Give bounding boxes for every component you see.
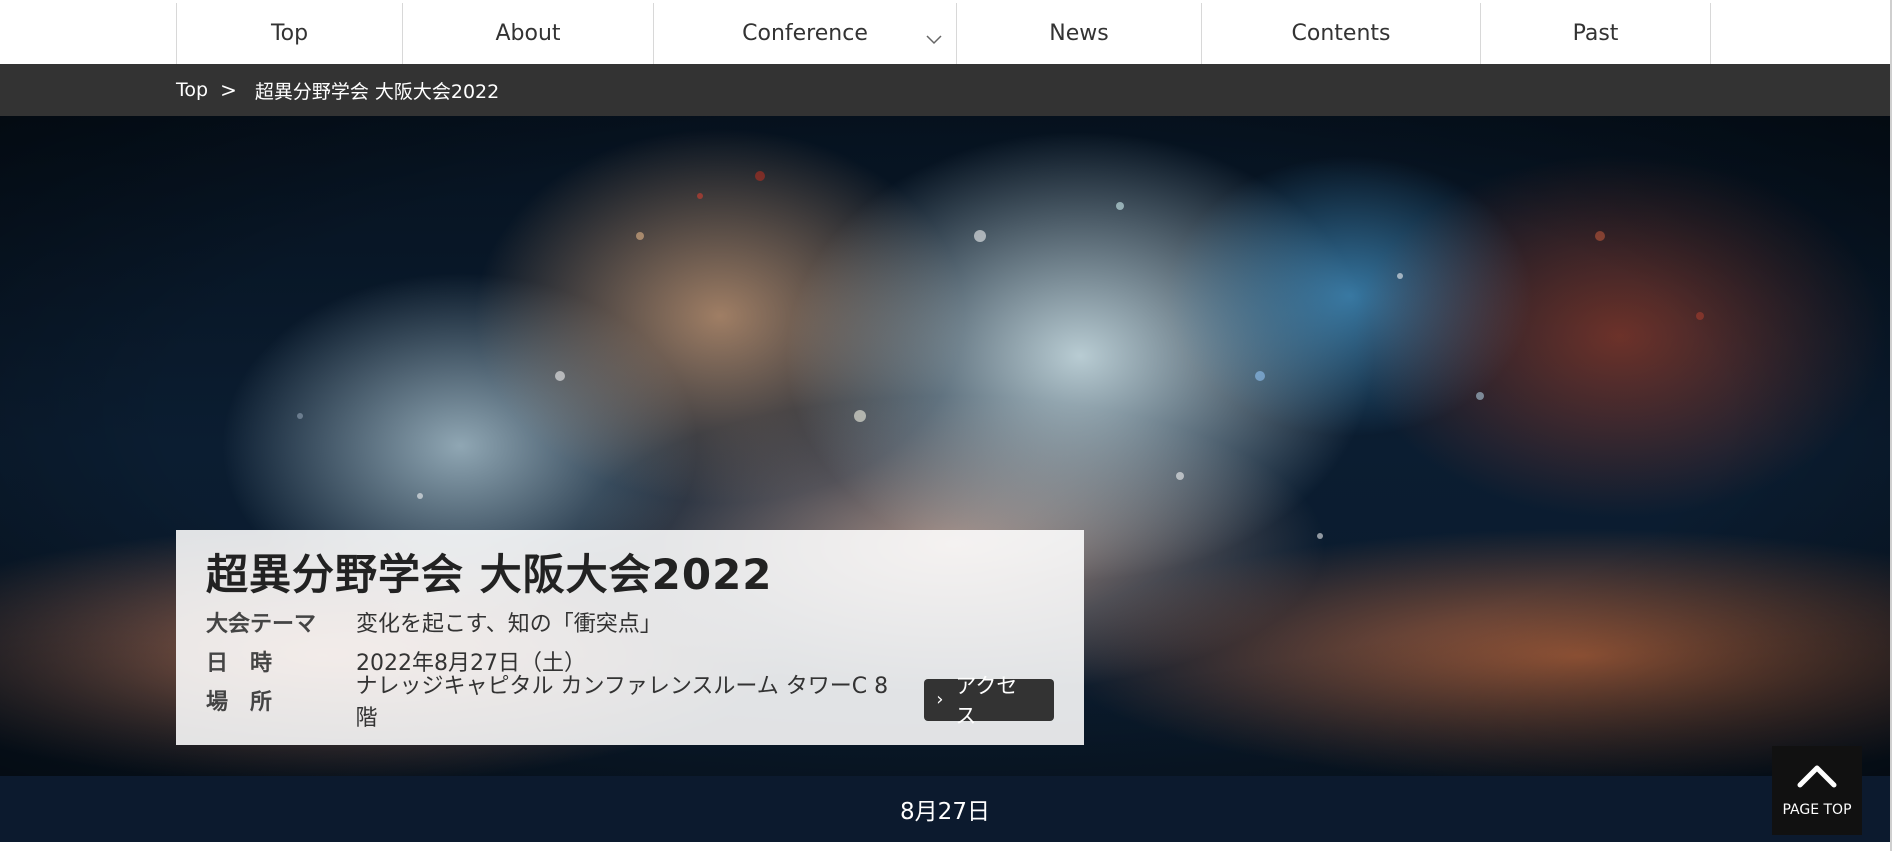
nav-item-past[interactable]: Past (1480, 3, 1711, 64)
nav-item-label: Past (1572, 21, 1619, 46)
breadcrumb-home-link[interactable]: Top (176, 79, 208, 101)
breadcrumb-separator: > (220, 78, 237, 102)
nav-item-conference[interactable]: Conference (653, 3, 956, 64)
date-tab-bar: 8月27日 (0, 776, 1890, 842)
global-nav: Top About Conference News Contents Past (0, 0, 1895, 64)
theme-label: 大会テーマ (206, 611, 317, 637)
page-top-button[interactable]: PAGE TOP (1772, 746, 1862, 835)
nav-item-contents[interactable]: Contents (1201, 3, 1480, 64)
breadcrumb: Top > 超異分野学会 大阪大会2022 (0, 64, 1890, 116)
event-info-panel: 超異分野学会 大阪大会2022 大会テーマ 変化を起こす、知の「衝突点」 日 時… (176, 530, 1084, 745)
nav-item-news[interactable]: News (956, 3, 1201, 64)
nav-item-about[interactable]: About (402, 3, 653, 64)
chevron-down-icon (926, 35, 942, 45)
hero-banner: 超異分野学会 大阪大会2022 大会テーマ 変化を起こす、知の「衝突点」 日 時… (0, 116, 1890, 776)
nav-item-label: Contents (1291, 21, 1391, 46)
scrollbar-edge (1890, 0, 1892, 851)
nav-item-label: About (495, 21, 561, 46)
breadcrumb-current: 超異分野学会 大阪大会2022 (254, 80, 500, 103)
chevron-up-icon (1797, 765, 1837, 788)
venue-value: ナレッジキャピタル カンファレンスルーム タワーC 8階 (355, 673, 889, 731)
access-button[interactable]: › アクセス (924, 674, 1054, 728)
nav-item-label: News (1049, 21, 1109, 46)
event-title: 超異分野学会 大阪大会2022 (206, 550, 773, 599)
venue-row: 場 所 ナレッジキャピタル カンファレンスルーム タワーC 8階 › アクセス (206, 674, 1054, 731)
theme-row: 大会テーマ 変化を起こす、知の「衝突点」 (206, 602, 1054, 641)
nav-item-label: Conference (742, 21, 868, 46)
chevron-right-icon: › (936, 689, 944, 710)
theme-value: 変化を起こす、知の「衝突点」 (356, 611, 662, 637)
date-tab[interactable]: 8月27日 (900, 792, 990, 826)
date-label: 日 時 (206, 650, 273, 676)
nav-menu: Top About Conference News Contents Past (176, 3, 1711, 64)
nav-item-label: Top (270, 21, 309, 46)
venue-label: 場 所 (206, 689, 273, 715)
access-button-label: アクセス (955, 673, 1018, 728)
page-top-label: PAGE TOP (1782, 802, 1852, 818)
nav-item-top[interactable]: Top (176, 3, 402, 64)
